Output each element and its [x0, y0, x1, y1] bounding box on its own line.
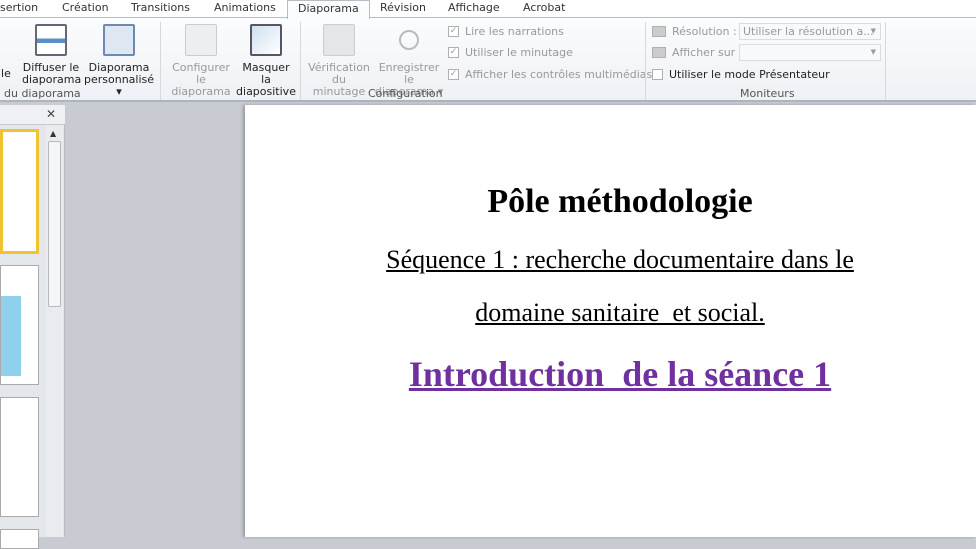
tab-affichage[interactable]: Affichage	[448, 0, 500, 18]
slide-thumbnail-3[interactable]	[0, 397, 39, 517]
hide-slide-button[interactable]: Masquer la diapositive	[236, 24, 296, 98]
label: Utiliser le minutage	[465, 46, 573, 59]
custom-slideshow-button[interactable]: Diaporama personnalisé ▾	[82, 24, 156, 98]
tab-revision[interactable]: Révision	[380, 0, 426, 18]
slide-thumbnail-2[interactable]	[0, 265, 39, 385]
slide-line-1: Séquence 1 : recherche documentaire dans…	[386, 245, 854, 274]
slide-canvas[interactable]: Pôle méthodologie Séquence 1 : recherche…	[245, 105, 976, 537]
setup-icon	[185, 24, 217, 56]
label: Masquer la	[242, 61, 290, 86]
tab-animations[interactable]: Animations	[214, 0, 276, 18]
group-label-monitors: Moniteurs	[740, 87, 795, 100]
setup-slideshow-button[interactable]: Configurer le diaporama	[167, 24, 235, 98]
presenter-view-checkbox[interactable]: Utiliser le mode Présentateur	[652, 68, 830, 81]
ribbon-tabs: sertion Création Transitions Animations …	[0, 0, 976, 19]
label: Lire les narrations	[465, 25, 564, 38]
slide-title: Pôle méthodologie	[487, 183, 753, 220]
label: le diaporama	[171, 73, 231, 98]
scroll-up-icon[interactable]: ▲	[50, 129, 56, 138]
label: Enregistrer le	[378, 61, 440, 86]
scrollbar-thumb[interactable]	[48, 141, 61, 307]
resolution-label: Résolution :	[652, 25, 737, 38]
narrations-checkbox[interactable]: ✓ Lire les narrations	[448, 25, 564, 38]
monitors-icon	[652, 47, 666, 58]
tab-diaporama[interactable]: Diaporama	[287, 0, 370, 19]
resolution-dropdown[interactable]: Utiliser la résolution a... ▼	[739, 23, 881, 40]
tab-creation[interactable]: Création	[62, 0, 109, 18]
group-label-slideshow: du diaporama	[4, 87, 81, 100]
chevron-down-icon: ▼	[870, 48, 876, 56]
slide-line-2: domaine sanitaire et social.	[475, 298, 765, 327]
broadcast-button[interactable]: Diffuser le diaporama	[22, 24, 82, 86]
tab-acrobat[interactable]: Acrobat	[523, 0, 565, 18]
rehearse-timings-button[interactable]: Vérification du minutage	[305, 24, 373, 98]
check-icon: ✓	[448, 47, 459, 58]
checkbox-box	[652, 69, 663, 80]
label: diapositive	[236, 85, 296, 98]
show-on-dropdown[interactable]: ▼	[739, 44, 881, 61]
slide-subtitle: Introduction de la séance 1	[408, 354, 832, 394]
ribbon: lle Diffuser le diaporama Diaporama pers…	[0, 17, 976, 102]
panel-scrollbar[interactable]: ▲	[46, 125, 63, 537]
label: du minutage	[312, 73, 366, 98]
label: Afficher les contrôles multimédias	[465, 68, 653, 81]
check-icon: ✓	[448, 69, 459, 80]
stopwatch-icon	[399, 30, 419, 50]
close-icon[interactable]: ✕	[46, 107, 56, 121]
media-controls-checkbox[interactable]: ✓ Afficher les contrôles multimédias	[448, 68, 652, 81]
label: Utiliser le mode Présentateur	[669, 68, 830, 81]
partial-button[interactable]: lle	[0, 68, 11, 80]
check-icon: ✓	[448, 26, 459, 37]
timer-icon	[323, 24, 355, 56]
label: diaporama	[22, 73, 82, 86]
tab-transitions[interactable]: Transitions	[131, 0, 190, 18]
chevron-down-icon: ▼	[870, 27, 876, 35]
show-on-label: Afficher sur :	[652, 46, 742, 59]
label: Résolution :	[672, 25, 737, 38]
broadcast-icon	[35, 24, 67, 56]
tab-insertion[interactable]: sertion	[0, 0, 38, 18]
value: Utiliser la résolution a...	[743, 25, 874, 38]
monitor-icon	[652, 26, 666, 37]
timings-checkbox[interactable]: ✓ Utiliser le minutage	[448, 46, 573, 59]
slide-thumbnail-1[interactable]	[0, 129, 39, 254]
slide-thumbnail-4[interactable]	[0, 529, 39, 549]
label: Afficher sur :	[672, 46, 743, 59]
custom-slideshow-icon	[103, 24, 135, 56]
label: personnalisé ▾	[83, 73, 155, 98]
hide-slide-icon	[250, 24, 282, 56]
group-label-configuration: Configuration	[368, 87, 443, 100]
